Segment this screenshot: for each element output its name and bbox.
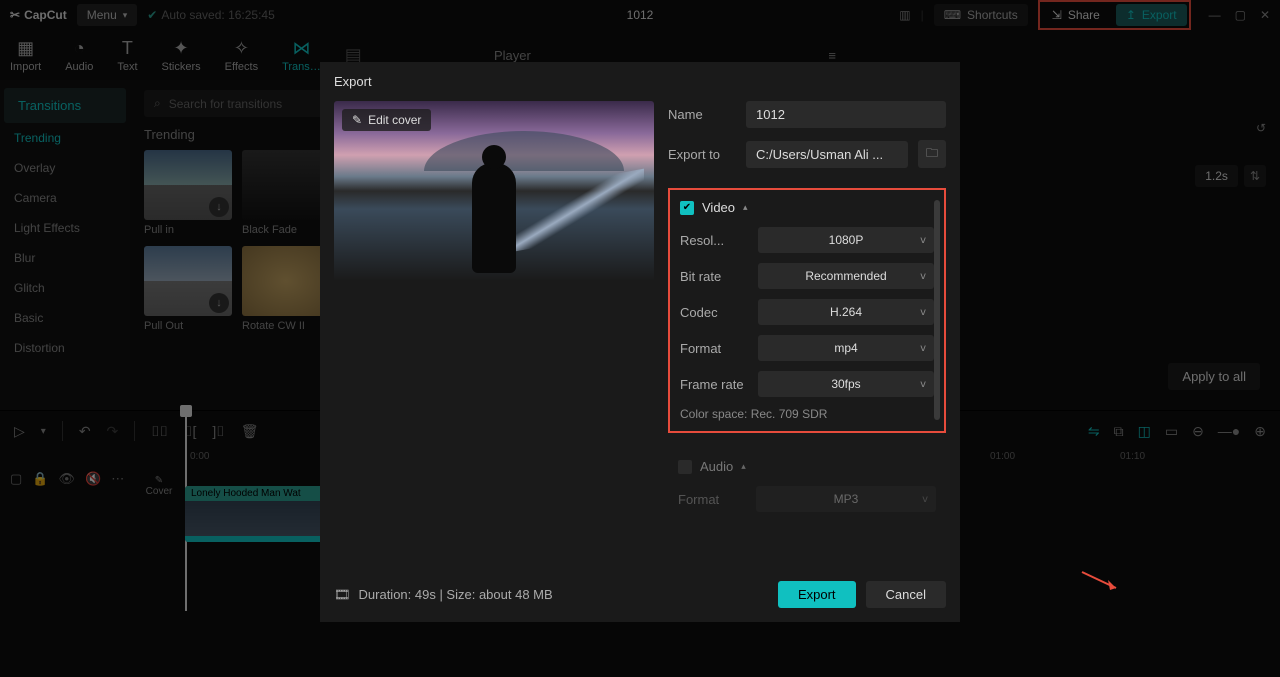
format-row: Format mp4 bbox=[680, 335, 934, 361]
pencil-icon: ✎ bbox=[352, 113, 362, 127]
cover-preview: ✎ Edit cover bbox=[334, 101, 654, 281]
resolution-label: Resol... bbox=[680, 233, 748, 248]
bitrate-label: Bit rate bbox=[680, 269, 748, 284]
chevron-up-icon: ▴ bbox=[741, 461, 746, 472]
resolution-row: Resol... 1080P bbox=[680, 227, 934, 253]
browse-folder-button[interactable]: 🗀 bbox=[918, 140, 946, 168]
codec-row: Codec H.264 bbox=[680, 299, 934, 325]
footer-info-text: Duration: 49s | Size: about 48 MB bbox=[359, 587, 553, 602]
audio-format-row: Format MP3 bbox=[678, 486, 936, 512]
dialog-export-button[interactable]: Export bbox=[778, 581, 856, 608]
exportto-label: Export to bbox=[668, 147, 736, 162]
video-checkbox[interactable]: ✔ bbox=[680, 201, 694, 215]
codec-label: Codec bbox=[680, 305, 748, 320]
bitrate-row: Bit rate Recommended bbox=[680, 263, 934, 289]
chevron-up-icon: ▴ bbox=[743, 202, 748, 213]
edit-cover-label: Edit cover bbox=[368, 113, 421, 127]
name-label: Name bbox=[668, 107, 736, 122]
framerate-dropdown[interactable]: 30fps bbox=[758, 371, 934, 397]
audio-checkbox[interactable] bbox=[678, 460, 692, 474]
exportto-row: Export to C:/Users/Usman Ali ... 🗀 bbox=[668, 140, 946, 168]
codec-dropdown[interactable]: H.264 bbox=[758, 299, 934, 325]
dialog-title: Export bbox=[320, 62, 960, 101]
video-head-label: Video bbox=[702, 200, 735, 215]
name-input[interactable] bbox=[746, 101, 946, 128]
resolution-dropdown[interactable]: 1080P bbox=[758, 227, 934, 253]
dialog-cancel-button[interactable]: Cancel bbox=[866, 581, 946, 608]
bitrate-dropdown[interactable]: Recommended bbox=[758, 263, 934, 289]
framerate-row: Frame rate 30fps bbox=[680, 371, 934, 397]
folder-icon: 🗀 bbox=[926, 144, 938, 165]
audio-format-label: Format bbox=[678, 492, 746, 507]
colorspace-text: Color space: Rec. 709 SDR bbox=[680, 407, 934, 421]
dialog-preview: ✎ Edit cover bbox=[334, 101, 654, 567]
exportto-path: C:/Users/Usman Ali ... bbox=[746, 141, 908, 168]
audio-section: Audio ▴ Format MP3 bbox=[668, 449, 946, 522]
video-section: ✔ Video ▴ Resol... 1080P Bit rate Recomm… bbox=[668, 188, 946, 433]
video-head[interactable]: ✔ Video ▴ bbox=[680, 200, 934, 215]
footer-info: 🎞 Duration: 49s | Size: about 48 MB bbox=[334, 587, 553, 603]
audio-head-label: Audio bbox=[700, 459, 733, 474]
export-dialog: Export ✎ Edit cover Name Export to C:/Us… bbox=[320, 62, 960, 622]
name-row: Name bbox=[668, 101, 946, 128]
dialog-form: Name Export to C:/Users/Usman Ali ... 🗀 … bbox=[668, 101, 946, 567]
dialog-footer: 🎞 Duration: 49s | Size: about 48 MB Expo… bbox=[320, 567, 960, 622]
scrollbar[interactable] bbox=[934, 200, 940, 420]
edit-cover-button[interactable]: ✎ Edit cover bbox=[342, 109, 431, 131]
film-icon: 🎞 bbox=[334, 587, 351, 603]
audio-head[interactable]: Audio ▴ bbox=[678, 459, 936, 474]
dialog-body: ✎ Edit cover Name Export to C:/Users/Usm… bbox=[320, 101, 960, 567]
format-dropdown[interactable]: mp4 bbox=[758, 335, 934, 361]
annotation-arrow bbox=[1080, 570, 1124, 594]
format-label: Format bbox=[680, 341, 748, 356]
audio-format-dropdown: MP3 bbox=[756, 486, 936, 512]
framerate-label: Frame rate bbox=[680, 377, 748, 392]
